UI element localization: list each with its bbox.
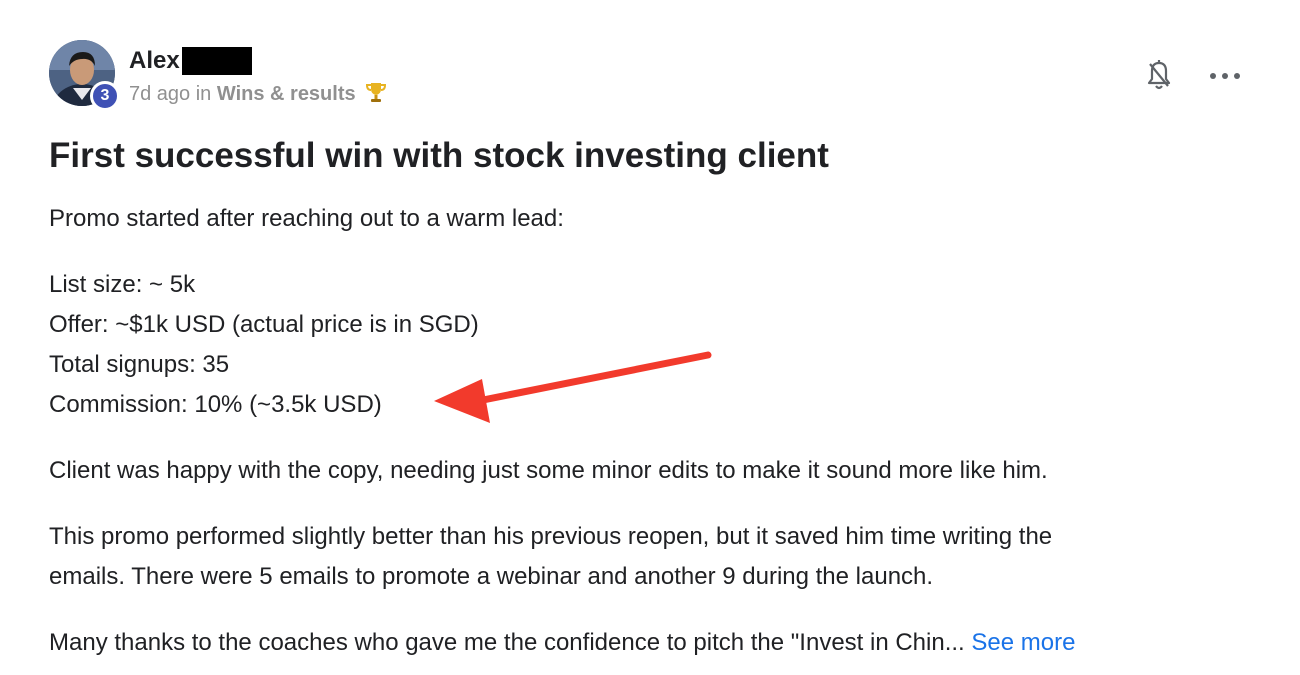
post-card: 3 Alex 7d ago in Wins & results First su… (0, 0, 1300, 675)
post-actions (1144, 58, 1240, 94)
author-name[interactable]: Alex (129, 47, 180, 75)
author-avatar-wrap[interactable]: 3 (49, 40, 120, 111)
detail-line: Offer: ~$1k USD (actual price is in SGD) (49, 311, 479, 338)
post-body: Promo started after reaching out to a wa… (49, 199, 1249, 663)
post-intro: Promo started after reaching out to a wa… (49, 205, 564, 232)
post-subtitle: 7d ago in Wins & results (129, 81, 387, 109)
author-row: Alex (129, 45, 387, 77)
bell-off-icon[interactable] (1144, 58, 1174, 94)
trophy-icon (365, 81, 387, 109)
see-more-link[interactable]: See more (971, 629, 1075, 656)
post-title[interactable]: First successful win with stock investin… (49, 136, 829, 176)
category-link[interactable]: Wins & results (217, 83, 356, 105)
detail-line: List size: ~ 5k (49, 271, 196, 298)
in-text: in (195, 83, 212, 105)
body-paragraph-line: This promo performed slightly better tha… (49, 523, 1053, 550)
more-dot (1234, 73, 1240, 79)
more-dot (1210, 73, 1216, 79)
more-horizontal-icon[interactable] (1210, 71, 1240, 81)
body-paragraph: Client was happy with the copy, needing … (49, 457, 1048, 484)
detail-line: Commission: 10% (~3.5k USD) (49, 391, 382, 418)
body-paragraph-truncated: Many thanks to the coaches who gave me t… (49, 623, 1249, 663)
post-time: 7d ago (129, 83, 191, 105)
post-header: 3 Alex 7d ago in Wins & results (49, 40, 387, 111)
truncated-text: Many thanks to the coaches who gave me t… (49, 629, 965, 656)
level-badge: 3 (90, 81, 120, 111)
redacted-name-block (181, 47, 252, 75)
detail-line: Total signups: 35 (49, 351, 230, 378)
post-meta: Alex 7d ago in Wins & results (129, 45, 387, 109)
more-dot (1222, 73, 1228, 79)
body-paragraph-line: emails. There were 5 emails to promote a… (49, 563, 934, 590)
